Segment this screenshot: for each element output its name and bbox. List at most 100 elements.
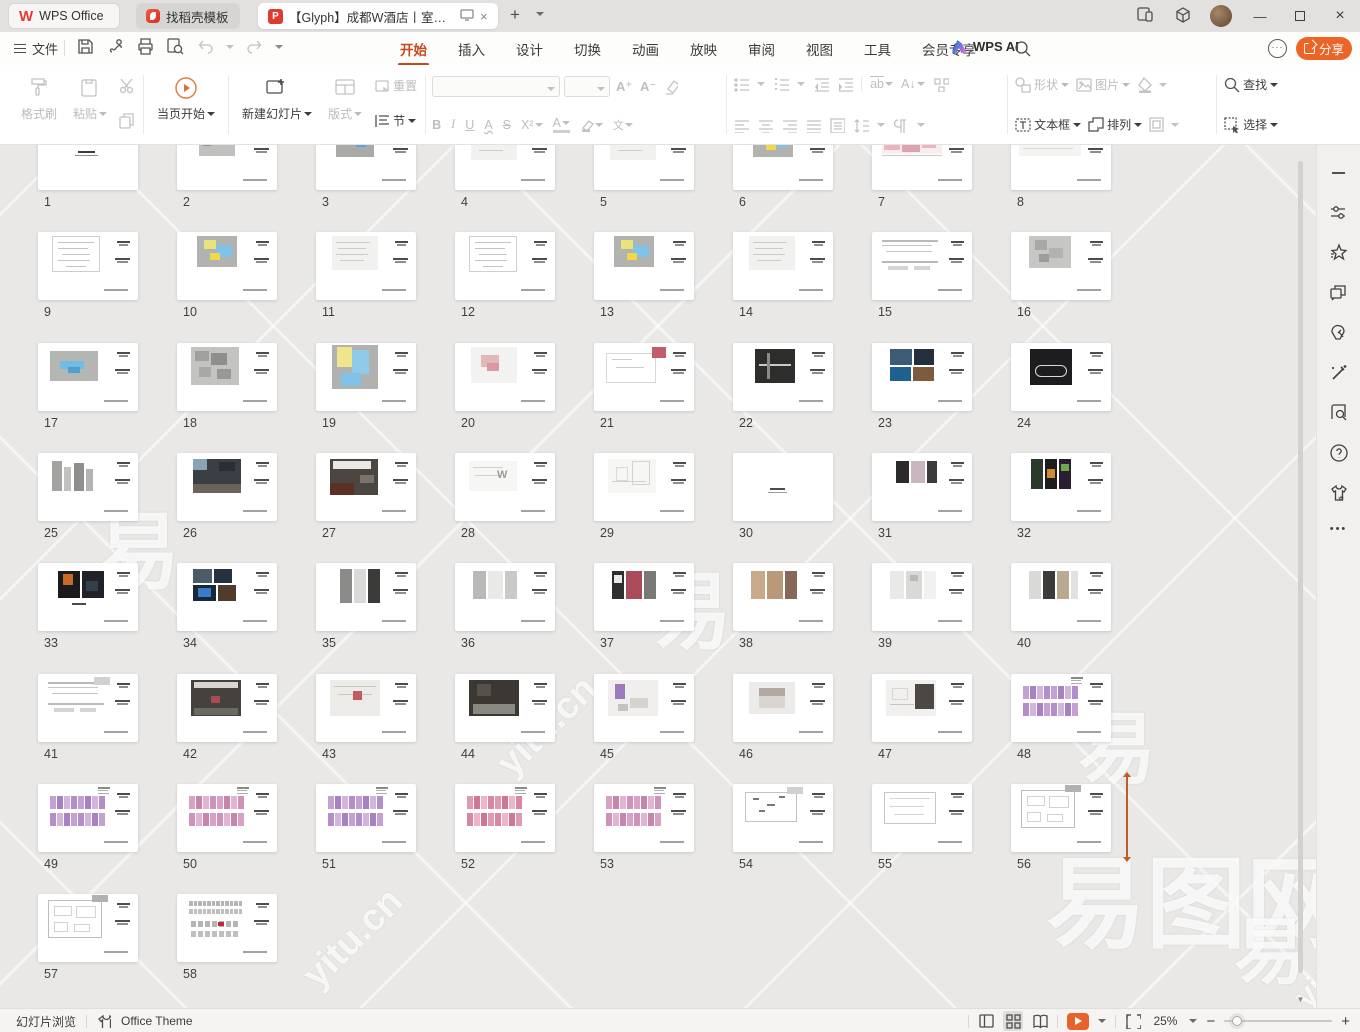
slide-thumbnail-7[interactable]: 7 — [872, 145, 972, 209]
slide-thumbnail-51[interactable]: 51 — [316, 784, 416, 871]
decrease-font-icon[interactable]: A⁻ — [638, 79, 658, 95]
superscript-icon[interactable]: X² — [521, 118, 543, 132]
zoom-percentage[interactable]: 25% — [1150, 1014, 1180, 1028]
font-family-select[interactable] — [432, 76, 560, 97]
slide-card[interactable] — [1011, 674, 1111, 742]
menu-tab-工具[interactable]: 工具 — [862, 39, 893, 59]
italic-icon[interactable]: I — [451, 117, 455, 132]
zoom-slider[interactable] — [1224, 1020, 1332, 1022]
bold-icon[interactable]: B — [432, 118, 441, 132]
textbox-button[interactable]: 文本框 — [1014, 116, 1081, 133]
clear-format-icon[interactable] — [662, 79, 678, 95]
align-left-icon[interactable] — [733, 117, 749, 133]
line-spacing-icon[interactable] — [853, 117, 869, 133]
present-screen-icon[interactable] — [460, 9, 474, 24]
slide-card[interactable] — [455, 563, 555, 631]
menu-tab-切换[interactable]: 切换 — [572, 39, 603, 59]
slide-card[interactable] — [177, 894, 277, 962]
slide-card[interactable] — [455, 343, 555, 411]
slide-thumbnail-4[interactable]: 4 — [455, 145, 555, 209]
slide-card[interactable] — [177, 145, 277, 190]
numbered-list-icon[interactable] — [773, 76, 789, 92]
minimize-window-button[interactable]: — — [1240, 9, 1280, 24]
slide-thumbnail-8[interactable]: 8 — [1011, 145, 1111, 209]
slide-thumbnail-42[interactable]: 42 — [177, 674, 277, 761]
slideshow-dropdown-icon[interactable] — [1098, 1019, 1106, 1027]
slide-thumbnail-43[interactable]: 43 — [316, 674, 416, 761]
maximize-window-button[interactable] — [1280, 9, 1320, 24]
save-icon[interactable] — [76, 37, 95, 56]
slide-card[interactable] — [1011, 563, 1111, 631]
tab-list-dropdown-icon[interactable] — [536, 12, 544, 20]
slide-thumbnail-44[interactable]: 44 — [455, 674, 555, 761]
slide-card[interactable] — [733, 232, 833, 300]
print-icon[interactable] — [136, 37, 155, 56]
slide-thumbnail-9[interactable]: 9 — [38, 232, 138, 319]
help-icon[interactable] — [1329, 443, 1348, 462]
slide-thumbnail-1[interactable]: 1 — [38, 145, 138, 209]
more-tools-icon[interactable]: ••• — [1330, 523, 1348, 535]
select-button[interactable]: 选择 — [1223, 116, 1278, 133]
format-painter-button[interactable]: 格式刷 — [14, 71, 64, 127]
slide-thumbnail-25[interactable]: 25 — [38, 453, 138, 540]
paste-button[interactable]: 粘贴 — [66, 71, 114, 127]
slide-thumbnail-38[interactable]: 38 — [733, 563, 833, 650]
slide-thumbnail-46[interactable]: 46 — [733, 674, 833, 761]
redo-icon[interactable] — [245, 37, 264, 56]
slide-card[interactable] — [455, 784, 555, 852]
theme-shirt-icon[interactable] — [97, 1014, 111, 1028]
slide-card[interactable] — [316, 232, 416, 300]
new-tab-button[interactable]: + — [510, 5, 520, 25]
scrollbar-thumb[interactable] — [1298, 161, 1303, 973]
align-right-icon[interactable] — [781, 117, 797, 133]
slide-sorter-view-icon[interactable] — [1003, 1011, 1023, 1031]
slide-thumbnail-18[interactable]: 18 — [177, 343, 277, 430]
menu-tab-开始[interactable]: 开始 — [398, 39, 429, 59]
search-icon[interactable] — [1014, 40, 1031, 57]
slide-thumbnail-52[interactable]: 52 — [455, 784, 555, 871]
slide-card[interactable] — [872, 343, 972, 411]
slide-thumbnail-30[interactable]: 30 — [733, 453, 833, 540]
slide-card[interactable] — [316, 563, 416, 631]
slide-card[interactable] — [38, 894, 138, 962]
slide-card[interactable] — [594, 674, 694, 742]
slide-card[interactable] — [38, 145, 138, 190]
slide-thumbnail-26[interactable]: 26 — [177, 453, 277, 540]
slide-card[interactable] — [733, 784, 833, 852]
slide-thumbnail-14[interactable]: 14 — [733, 232, 833, 319]
distribute-text-icon[interactable] — [829, 117, 845, 133]
slide-card[interactable] — [455, 232, 555, 300]
slide-thumbnail-16[interactable]: 16 — [1011, 232, 1111, 319]
slide-card[interactable] — [872, 232, 972, 300]
slide-card[interactable] — [177, 563, 277, 631]
slide-thumbnail-34[interactable]: 34 — [177, 563, 277, 650]
slide-card[interactable] — [872, 674, 972, 742]
slide-card[interactable] — [38, 563, 138, 631]
slide-thumbnail-10[interactable]: 10 — [177, 232, 277, 319]
zoom-slider-thumb[interactable] — [1232, 1016, 1242, 1026]
object-frame-icon[interactable] — [1148, 116, 1165, 133]
slide-thumbnail-11[interactable]: 11 — [316, 232, 416, 319]
print-preview-icon[interactable] — [166, 37, 185, 56]
font-size-select[interactable] — [564, 76, 610, 97]
slide-card[interactable] — [594, 563, 694, 631]
slide-thumbnail-13[interactable]: 13 — [594, 232, 694, 319]
slide-card[interactable] — [872, 784, 972, 852]
phonetic-guide-icon[interactable]: 文 — [613, 117, 633, 133]
menu-tab-视图[interactable]: 视图 — [804, 39, 835, 59]
menu-tab-放映[interactable]: 放映 — [688, 39, 719, 59]
reset-slide-button[interactable]: 重置 — [373, 77, 417, 94]
slide-thumbnail-32[interactable]: 32 — [1011, 453, 1111, 540]
slide-thumbnail-15[interactable]: 15 — [872, 232, 972, 319]
fill-color-icon[interactable] — [1136, 76, 1153, 93]
increase-indent-icon[interactable] — [837, 76, 853, 92]
export-pdf-icon[interactable] — [106, 37, 125, 56]
slide-card[interactable] — [38, 343, 138, 411]
increase-font-icon[interactable]: A⁺ — [614, 79, 634, 95]
slide-thumbnail-53[interactable]: 53 — [594, 784, 694, 871]
slide-card[interactable] — [1011, 232, 1111, 300]
tab-current-document[interactable]: P 【Glyph】成都W酒店丨室内设计 × — [258, 3, 498, 29]
slideshow-play-button[interactable] — [1067, 1013, 1089, 1030]
slide-card[interactable] — [594, 453, 694, 521]
slide-thumbnail-27[interactable]: 27 — [316, 453, 416, 540]
